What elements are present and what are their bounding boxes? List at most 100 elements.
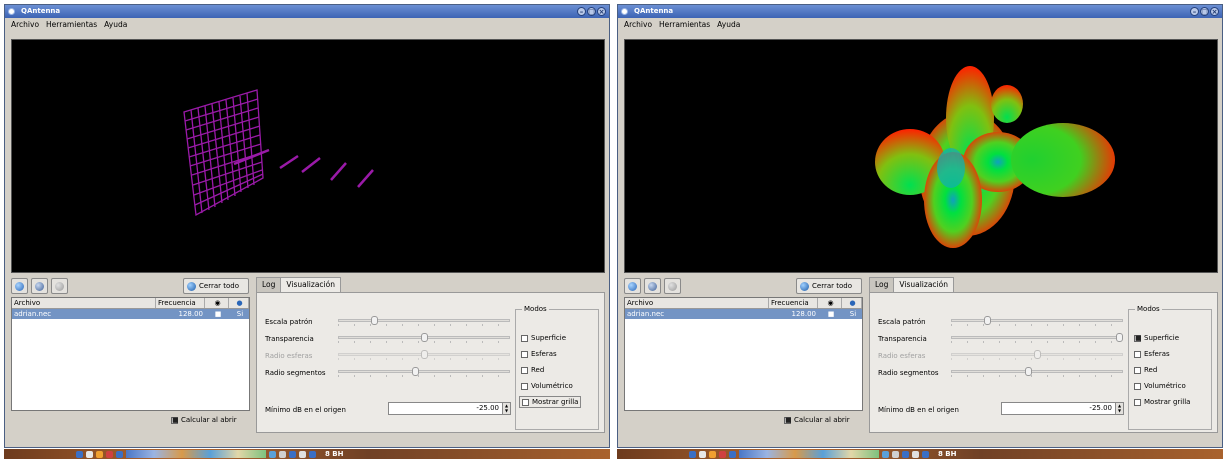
col-selected[interactable]: ● <box>229 298 249 308</box>
start-icon[interactable] <box>689 450 696 458</box>
tray-icon[interactable] <box>902 450 909 458</box>
slider-escala[interactable] <box>951 315 1123 327</box>
mode-red[interactable]: Red <box>521 366 544 374</box>
tray-icon[interactable] <box>299 450 306 458</box>
slider-radio-segmentos[interactable] <box>338 366 510 378</box>
title-bar[interactable]: QAntenna – □ × <box>618 5 1222 18</box>
close-all-button[interactable]: Cerrar todo <box>183 278 249 294</box>
menu-ayuda[interactable]: Ayuda <box>104 18 127 32</box>
mostrar-grilla-checkbox[interactable] <box>1134 398 1141 406</box>
tray-icon[interactable] <box>289 450 296 458</box>
browser-icon[interactable] <box>96 450 103 458</box>
min-db-spinbox[interactable]: -25.00 ▲ ▼ <box>388 402 511 415</box>
calc-checkbox[interactable] <box>171 416 179 424</box>
title-bar[interactable]: QAntenna – □ × <box>5 5 609 18</box>
mode-mostrar-grilla[interactable]: Mostrar grilla <box>1134 398 1190 406</box>
col-visible[interactable]: ◉ <box>205 298 229 308</box>
slider-transparencia[interactable] <box>951 332 1123 344</box>
tray-icon[interactable] <box>912 450 919 458</box>
desktop-icon[interactable] <box>729 450 736 458</box>
file-table[interactable]: Archivo Frecuencia ◉ ● adrian.nec 128.00… <box>11 297 250 411</box>
esferas-checkbox[interactable] <box>1134 350 1141 358</box>
tray-icon[interactable] <box>892 450 899 458</box>
tray-icon[interactable] <box>269 450 276 458</box>
open-file-button[interactable] <box>624 278 641 294</box>
terminal-icon[interactable] <box>699 450 706 458</box>
mail-icon[interactable] <box>719 450 726 458</box>
table-row[interactable]: adrian.nec 128.00 ■ Si <box>12 309 249 319</box>
start-icon[interactable] <box>76 450 83 458</box>
3d-viewport[interactable] <box>11 39 605 273</box>
minimize-icon[interactable]: – <box>577 7 586 16</box>
mode-superficie[interactable]: Superficie <box>521 334 566 342</box>
tab-log[interactable]: Log <box>256 277 282 292</box>
slider-thumb[interactable] <box>371 316 378 325</box>
volumetrico-checkbox[interactable] <box>1134 382 1141 390</box>
mostrar-grilla-checkbox[interactable] <box>522 398 529 406</box>
slider-radio-segmentos[interactable] <box>951 366 1123 378</box>
col-frecuencia[interactable]: Frecuencia <box>769 298 818 308</box>
superficie-checkbox[interactable] <box>521 334 528 342</box>
slider-thumb[interactable] <box>984 316 991 325</box>
mail-icon[interactable] <box>106 450 113 458</box>
maximize-icon[interactable]: □ <box>1200 7 1209 16</box>
remove-file-button[interactable] <box>31 278 48 294</box>
menu-herramientas[interactable]: Herramientas <box>659 18 710 32</box>
mode-esferas[interactable]: Esferas <box>521 350 557 358</box>
col-archivo[interactable]: Archivo <box>12 298 156 308</box>
superficie-checkbox[interactable] <box>1134 334 1142 342</box>
reload-button[interactable] <box>664 278 681 294</box>
tab-visualizacion[interactable]: Visualización <box>280 277 341 293</box>
calc-on-open-checkbox[interactable]: Calcular al abrir <box>171 416 237 424</box>
menu-ayuda[interactable]: Ayuda <box>717 18 740 32</box>
maximize-icon[interactable]: □ <box>587 7 596 16</box>
reload-button[interactable] <box>51 278 68 294</box>
spin-arrows[interactable]: ▲ ▼ <box>502 403 510 414</box>
tray-icon[interactable] <box>279 450 286 458</box>
clock[interactable]: 8 BH <box>325 450 344 458</box>
cell-visible[interactable]: ■ <box>205 309 229 319</box>
task-list[interactable] <box>739 450 879 458</box>
col-archivo[interactable]: Archivo <box>625 298 769 308</box>
close-icon[interactable]: × <box>1210 7 1219 16</box>
close-all-button[interactable]: Cerrar todo <box>796 278 862 294</box>
terminal-icon[interactable] <box>86 450 93 458</box>
volumetrico-checkbox[interactable] <box>521 382 528 390</box>
slider-thumb[interactable] <box>1116 333 1123 342</box>
tray-icon[interactable] <box>922 450 929 458</box>
slider-escala[interactable] <box>338 315 510 327</box>
slider-thumb[interactable] <box>412 367 419 376</box>
tray-icon[interactable] <box>309 450 316 458</box>
mode-red[interactable]: Red <box>1134 366 1157 374</box>
slider-thumb[interactable] <box>1025 367 1032 376</box>
mode-volumetrico[interactable]: Volumétrico <box>521 382 573 390</box>
mode-mostrar-grilla[interactable]: Mostrar grilla <box>519 396 582 408</box>
slider-thumb[interactable] <box>421 333 428 342</box>
col-frecuencia[interactable]: Frecuencia <box>156 298 205 308</box>
desktop-icon[interactable] <box>116 450 123 458</box>
tray-icon[interactable] <box>882 450 889 458</box>
calc-checkbox[interactable] <box>784 416 792 424</box>
open-file-button[interactable] <box>11 278 28 294</box>
slider-transparencia[interactable] <box>338 332 510 344</box>
3d-viewport[interactable] <box>624 39 1218 273</box>
table-row[interactable]: adrian.nec 128.00 ■ Si <box>625 309 862 319</box>
remove-file-button[interactable] <box>644 278 661 294</box>
mode-superficie[interactable]: Superficie <box>1134 334 1179 342</box>
tab-visualizacion[interactable]: Visualización <box>893 277 954 293</box>
red-checkbox[interactable] <box>1134 366 1141 374</box>
esferas-checkbox[interactable] <box>521 350 528 358</box>
min-db-spinbox[interactable]: -25.00 ▲ ▼ <box>1001 402 1124 415</box>
file-table[interactable]: Archivo Frecuencia ◉ ● adrian.nec 128.00… <box>624 297 863 411</box>
col-visible[interactable]: ◉ <box>818 298 842 308</box>
menu-archivo[interactable]: Archivo <box>11 18 39 32</box>
red-checkbox[interactable] <box>521 366 528 374</box>
menu-herramientas[interactable]: Herramientas <box>46 18 97 32</box>
browser-icon[interactable] <box>709 450 716 458</box>
task-list[interactable] <box>126 450 266 458</box>
col-selected[interactable]: ● <box>842 298 862 308</box>
mode-volumetrico[interactable]: Volumétrico <box>1134 382 1186 390</box>
tab-log[interactable]: Log <box>869 277 895 292</box>
mode-esferas[interactable]: Esferas <box>1134 350 1170 358</box>
spin-arrows[interactable]: ▲ ▼ <box>1115 403 1123 414</box>
